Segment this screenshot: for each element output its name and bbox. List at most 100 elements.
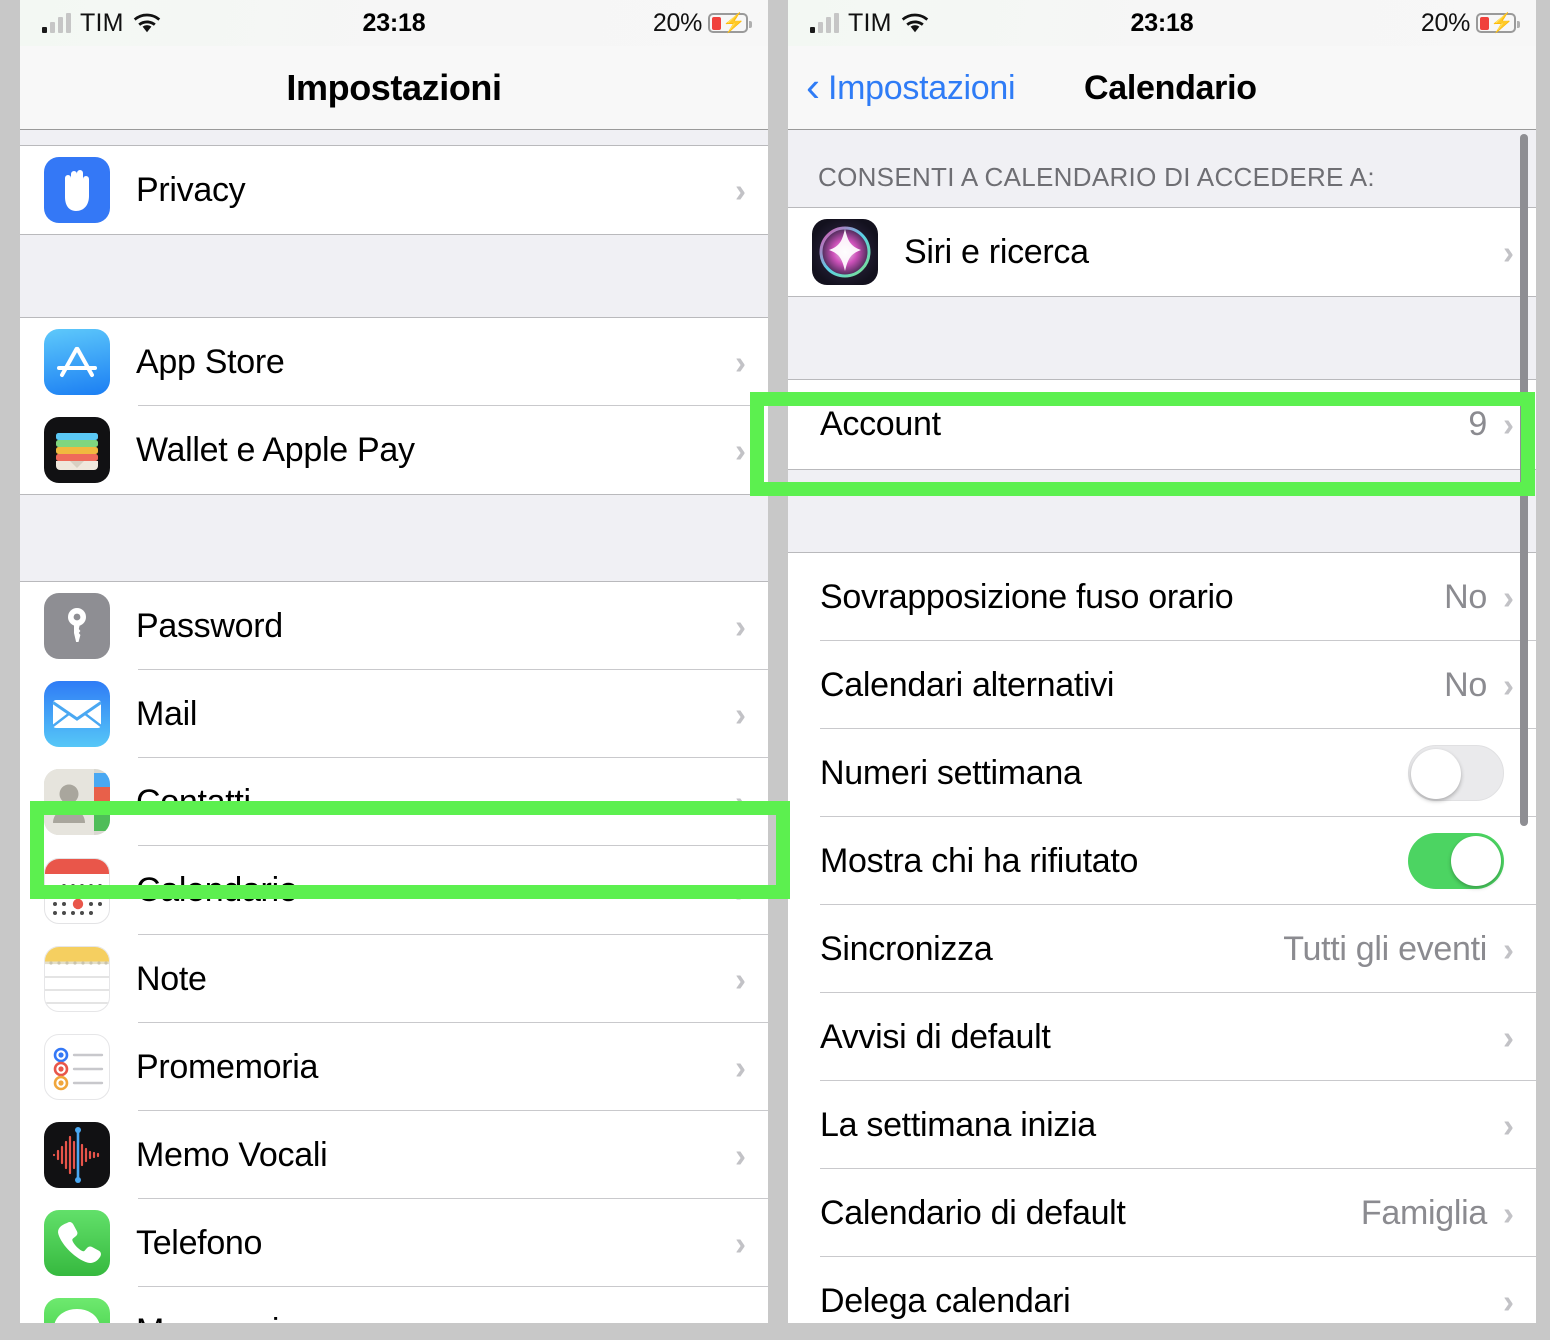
settings-row-label: Telefono — [136, 1223, 263, 1262]
section-header-consenti: CONSENTI A CALENDARIO DI ACCEDERE A: — [788, 130, 1536, 208]
settings-row-label: App Store — [136, 342, 285, 381]
settings-row-avvisi-di-default[interactable]: Avvisi di default › — [788, 993, 1536, 1081]
calendar-settings-pane-right: TIM 23:18 20% ⚡ ‹ Impostazioni Calendari… — [788, 0, 1536, 1323]
settings-row-label: Contatti — [136, 782, 251, 821]
settings-row-numeri-settimana[interactable]: Numeri settimana — [788, 729, 1536, 817]
mostra-chi-ha-rifiutato-toggle[interactable] — [1408, 833, 1504, 889]
settings-row-label: Privacy — [136, 170, 246, 209]
page-title: Calendario — [1084, 69, 1257, 107]
settings-row-calendari-alternativi[interactable]: Calendari alternativi No › — [788, 641, 1536, 729]
pane-divider — [768, 0, 788, 1340]
vertical-scrollbar[interactable] — [1520, 134, 1528, 826]
settings-row-label: Messaggi — [136, 1312, 725, 1324]
chevron-right-icon: › — [1503, 1194, 1514, 1232]
settings-group-account: Account 9 › — [788, 380, 1536, 469]
settings-row-contatti[interactable]: Contatti › — [20, 758, 768, 846]
battery-charging-icon: ⚡ — [708, 13, 752, 34]
settings-row-promemoria[interactable]: Promemoria › — [20, 1023, 768, 1111]
chevron-right-icon: › — [735, 431, 746, 469]
settings-row-value: Tutti gli eventi — [1283, 929, 1487, 968]
settings-row-calendario-di-default[interactable]: Calendario di default Famiglia › — [788, 1169, 1536, 1257]
settings-row-label: Account — [820, 405, 941, 443]
settings-row-app-store[interactable]: App Store › — [20, 318, 768, 406]
settings-row-value: Famiglia — [1360, 1193, 1487, 1232]
settings-list-left[interactable]: Privacy › App Store › Wallet e Apple Pay… — [20, 130, 768, 1323]
settings-row-wallet[interactable]: Wallet e Apple Pay › — [20, 406, 768, 494]
chevron-right-icon: › — [735, 1136, 746, 1174]
reminders-icon — [44, 1034, 110, 1100]
chevron-right-icon: › — [1503, 666, 1514, 704]
chevron-right-icon: › — [1503, 233, 1514, 271]
settings-row-delega-calendari[interactable]: Delega calendari › — [788, 1257, 1536, 1323]
settings-row-mostra-chi-ha-rifiutato[interactable]: Mostra chi ha rifiutato — [788, 817, 1536, 905]
settings-row-note[interactable]: Note › — [20, 935, 768, 1023]
password-key-icon — [44, 593, 110, 659]
settings-row-label: Avvisi di default — [820, 1017, 1051, 1056]
status-bar-right: TIM 23:18 20% ⚡ — [788, 0, 1536, 46]
chevron-right-icon: › — [735, 1224, 746, 1262]
screenshot-stage: TIM 23:18 20% ⚡ Impostazioni Privacy › A… — [0, 0, 1550, 1340]
chevron-left-icon: ‹ — [806, 62, 820, 110]
battery-charging-icon: ⚡ — [1476, 13, 1520, 34]
chevron-right-icon: › — [725, 1315, 746, 1324]
settings-group-siri: Siri e ricerca › — [788, 208, 1536, 296]
settings-row-mail[interactable]: Mail › — [20, 670, 768, 758]
nav-bar-left: Impostazioni — [20, 46, 768, 130]
settings-row-privacy[interactable]: Privacy › — [20, 146, 768, 234]
settings-row-label: Note — [136, 959, 207, 998]
page-title: Impostazioni — [286, 67, 502, 108]
settings-row-label: La settimana inizia — [820, 1105, 1096, 1144]
numeri-settimana-toggle[interactable] — [1408, 745, 1504, 801]
voice-memos-icon — [44, 1122, 110, 1188]
chevron-right-icon: › — [735, 783, 746, 821]
back-button[interactable]: ‹ Impostazioni — [806, 46, 1016, 130]
settings-row-sovrapposizione-fuso-orario[interactable]: Sovrapposizione fuso orario No › — [788, 553, 1536, 641]
settings-row-password[interactable]: Password › — [20, 582, 768, 670]
settings-row-siri-e-ricerca[interactable]: Siri e ricerca › — [788, 208, 1536, 296]
siri-icon — [812, 219, 878, 285]
list-top-spacer — [20, 130, 768, 146]
settings-row-label: Mail — [136, 694, 198, 733]
chevron-right-icon: › — [1503, 1018, 1514, 1056]
calendar-settings-list[interactable]: CONSENTI A CALENDARIO DI ACCEDERE A: Sir… — [788, 130, 1536, 1323]
back-button-label: Impostazioni — [828, 68, 1016, 107]
settings-row-label: Delega calendari — [820, 1281, 1071, 1320]
settings-row-label: Mostra chi ha rifiutato — [820, 841, 1139, 880]
settings-row-label: Memo Vocali — [136, 1135, 328, 1174]
chevron-right-icon: › — [735, 695, 746, 733]
settings-group-privacy: Privacy › — [20, 146, 768, 234]
chevron-right-icon: › — [735, 960, 746, 998]
nav-bar-right: ‹ Impostazioni Calendario — [788, 46, 1536, 130]
settings-group-apps: Password › Mail › Contatti › Calendario … — [20, 582, 768, 1323]
chevron-right-icon: › — [735, 1048, 746, 1086]
settings-row-value: No — [1444, 577, 1487, 616]
settings-row-calendario[interactable]: Calendario › — [20, 846, 768, 935]
settings-row-label: Calendario di default — [820, 1193, 1126, 1232]
settings-row-telefono[interactable]: Telefono › — [20, 1199, 768, 1287]
messages-icon — [44, 1298, 110, 1323]
battery-percent-label: 20% — [652, 8, 702, 37]
settings-row-label: Calendari alternativi — [820, 665, 1115, 704]
settings-row-label: Promemoria — [136, 1047, 319, 1086]
group-spacer — [20, 494, 768, 582]
settings-group-calendar-options: Sovrapposizione fuso orario No › Calenda… — [788, 553, 1536, 1323]
settings-row-sincronizza[interactable]: Sincronizza Tutti gli eventi › — [788, 905, 1536, 993]
settings-row-label: Wallet e Apple Pay — [136, 430, 415, 469]
settings-pane-left: TIM 23:18 20% ⚡ Impostazioni Privacy › A… — [20, 0, 768, 1323]
notes-icon — [44, 946, 110, 1012]
battery-percent-label: 20% — [1420, 8, 1470, 37]
settings-row-messaggi[interactable]: Messaggi › — [20, 1287, 768, 1323]
settings-row-la-settimana-inizia[interactable]: La settimana inizia › — [788, 1081, 1536, 1169]
settings-group-store: App Store › Wallet e Apple Pay › — [20, 318, 768, 494]
status-bar-right-group: 20% ⚡ — [1420, 0, 1520, 46]
chevron-right-icon: › — [1503, 406, 1514, 443]
settings-row-value: 9 — [1468, 405, 1487, 443]
settings-row-account[interactable]: Account 9 › — [788, 380, 1536, 469]
settings-row-label: Calendario — [136, 871, 298, 909]
chevron-right-icon: › — [735, 607, 746, 645]
status-bar-left: TIM 23:18 20% ⚡ — [20, 0, 768, 46]
phone-icon — [44, 1210, 110, 1276]
settings-row-memo-vocali[interactable]: Memo Vocali › — [20, 1111, 768, 1199]
calendar-icon — [44, 857, 110, 924]
chevron-right-icon: › — [1503, 578, 1514, 616]
